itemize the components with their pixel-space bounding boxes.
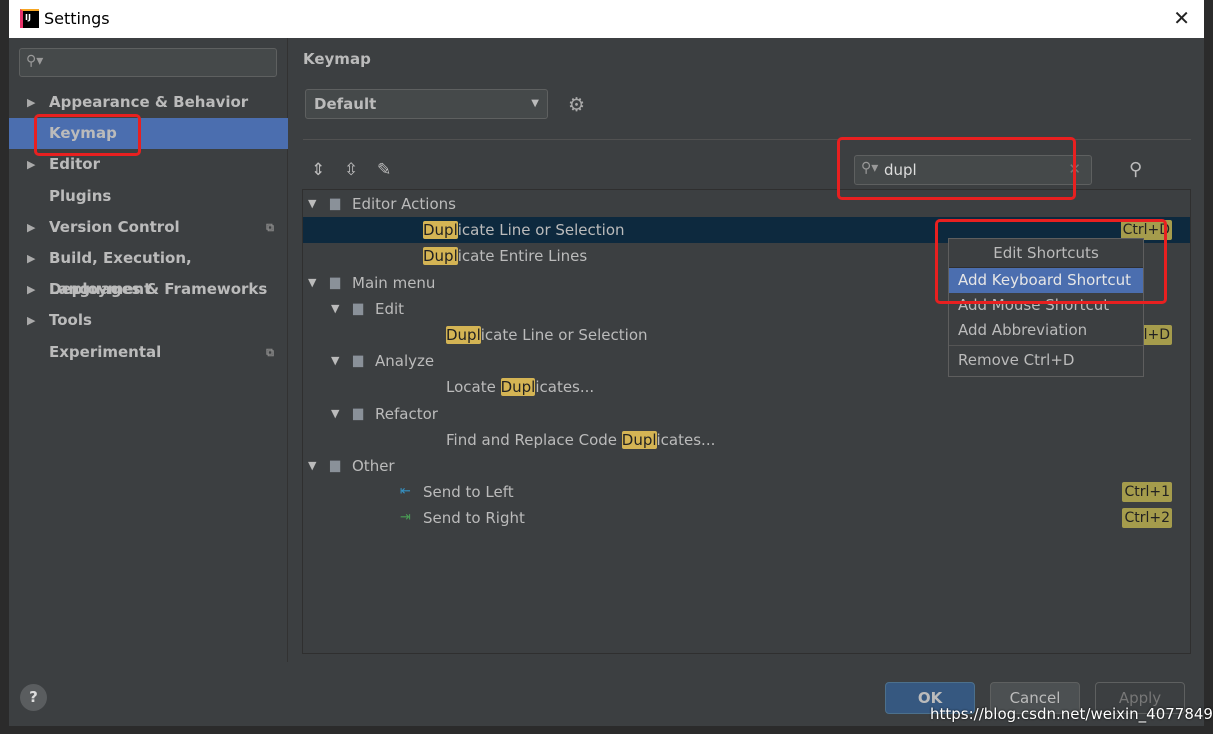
tree-row[interactable]: ⇥ Send to Right Ctrl+2 <box>303 505 1190 531</box>
row-label: Other <box>352 453 395 479</box>
row-label: Duplicate Line or Selection <box>446 322 648 348</box>
folder-icon: ▆ <box>353 300 363 316</box>
title-bar: IJ Settings ✕ <box>9 0 1204 38</box>
sidebar-item-version-control[interactable]: ▶ Version Control ⧉ <box>9 212 288 243</box>
search-icon: ⚲▾ <box>26 53 44 69</box>
folder-icon: ▆ <box>353 405 363 421</box>
sidebar-item-label: Plugins <box>49 186 112 205</box>
find-by-shortcut-icon[interactable]: ⚲ <box>1129 159 1142 180</box>
folder-icon: ▆ <box>353 353 363 369</box>
annotation-box <box>34 114 141 156</box>
folder-icon: ▆ <box>330 196 340 211</box>
search-match: Dupl <box>500 378 536 397</box>
label-text: icate Entire Lines <box>457 247 588 266</box>
label-text: Main menu <box>352 273 436 292</box>
expand-arrow-icon[interactable]: ▶ <box>27 212 35 243</box>
settings-search-input[interactable]: ⚲▾ <box>19 48 277 77</box>
close-button[interactable]: ✕ <box>1173 6 1190 30</box>
tree-row[interactable]: ▼ ▆ Refactor <box>303 401 1190 427</box>
label-text: Edit <box>375 299 405 318</box>
expand-arrow-icon[interactable]: ▶ <box>27 87 35 118</box>
annotation-box <box>837 137 1076 200</box>
intellij-logo-icon: IJ <box>20 9 39 28</box>
sidebar-item-label: Experimental <box>49 342 162 361</box>
label-text: icate Line or Selection <box>480 326 648 344</box>
collapse-all-icon[interactable]: ⇳ <box>344 160 358 180</box>
expand-arrow-icon[interactable]: ▼ <box>331 401 339 427</box>
search-match: Dupl <box>621 430 657 449</box>
row-label: Find and Replace Code Duplicates... <box>446 427 715 453</box>
annotation-box <box>935 219 1167 304</box>
tree-row[interactable]: ▼ ▆ Other <box>303 453 1190 479</box>
row-label: Duplicate Entire Lines <box>423 243 587 269</box>
search-match: Dupl <box>423 221 458 240</box>
row-label: Refactor <box>375 401 438 427</box>
expand-arrow-icon[interactable]: ▶ <box>27 274 35 305</box>
label-text: Locate <box>446 378 501 397</box>
sidebar-item-languages-frameworks[interactable]: ▶ Languages & Frameworks <box>9 274 288 305</box>
project-scope-icon: ⧉ <box>266 345 274 359</box>
sidebar-item-experimental[interactable]: Experimental ⧉ <box>9 337 288 368</box>
page-title: Keymap <box>303 50 371 68</box>
label-text: Refactor <box>375 404 438 423</box>
watermark: https://blog.csdn.net/weixin_40778497 <box>930 705 1213 723</box>
sidebar-item-label: Version Control <box>49 217 180 236</box>
menu-item-remove-shortcut[interactable]: Remove Ctrl+D <box>949 348 1143 373</box>
expand-arrow-icon[interactable]: ▼ <box>308 191 316 217</box>
row-label: Locate Duplicates... <box>446 374 594 400</box>
shortcut-badge: Ctrl+2 <box>1122 508 1172 529</box>
window-title: Settings <box>44 9 110 28</box>
chevron-down-icon: ▼ <box>531 98 539 109</box>
sidebar-item-label: Languages & Frameworks <box>49 280 268 299</box>
search-match: Dupl <box>423 247 458 266</box>
tree-row[interactable]: Find and Replace Code Duplicates... <box>303 427 1190 453</box>
edit-pencil-icon[interactable]: ✎ <box>377 160 391 180</box>
label-text: icate Line or Selection <box>457 221 625 240</box>
keymap-select[interactable]: Default ▼ <box>305 89 548 119</box>
divider <box>949 345 1143 346</box>
row-label: Editor Actions <box>352 191 456 217</box>
label-text: Editor Actions <box>352 195 456 213</box>
label-text: Find and Replace Code <box>446 430 622 449</box>
tree-row[interactable]: Locate Duplicates... <box>303 374 1190 400</box>
tree-row[interactable]: ⇤ Send to Left Ctrl+1 <box>303 479 1190 505</box>
row-label: Send to Left <box>423 479 514 505</box>
expand-arrow-icon[interactable]: ▼ <box>331 348 339 374</box>
sidebar-item-build-execution-deployment[interactable]: ▶ Build, Execution, Deployment <box>9 243 288 298</box>
expand-all-icon[interactable]: ⇕ <box>311 160 325 180</box>
row-label: Send to Right <box>423 505 525 531</box>
label-text: Send to Right <box>423 509 525 528</box>
row-label: Edit <box>375 296 404 322</box>
expand-arrow-icon[interactable]: ▼ <box>308 270 316 296</box>
menu-item-add-abbreviation[interactable]: Add Abbreviation <box>949 318 1143 343</box>
gear-icon[interactable]: ⚙ <box>568 94 585 116</box>
expand-arrow-icon[interactable]: ▶ <box>27 305 35 336</box>
label-text: Analyze <box>375 352 435 371</box>
expand-arrow-icon[interactable]: ▼ <box>331 296 339 322</box>
label-text: Send to Left <box>423 483 514 502</box>
label-text: icates... <box>535 378 595 397</box>
arrow-right-icon: ⇥ <box>400 510 411 526</box>
sidebar-item-plugins[interactable]: Plugins <box>9 181 288 212</box>
row-label: Main menu <box>352 270 435 296</box>
help-button[interactable]: ? <box>20 684 47 711</box>
sidebar-item-label: Tools <box>49 311 92 330</box>
label-text: Other <box>352 457 395 475</box>
search-match: Dupl <box>446 326 481 344</box>
arrow-left-icon: ⇤ <box>400 484 411 500</box>
folder-icon: ▆ <box>330 274 340 290</box>
shortcut-badge: Ctrl+1 <box>1122 482 1172 503</box>
label-text: icates... <box>656 430 716 449</box>
expand-arrow-icon[interactable]: ▼ <box>308 453 316 479</box>
folder-icon: ▆ <box>330 458 340 473</box>
sidebar-item-tools[interactable]: ▶ Tools <box>9 305 288 336</box>
project-scope-icon: ⧉ <box>266 220 274 234</box>
keymap-select-value: Default <box>314 95 377 113</box>
row-label: Analyze <box>375 348 434 374</box>
expand-arrow-icon[interactable]: ▶ <box>27 243 35 274</box>
row-label: Duplicate Line or Selection <box>423 217 625 243</box>
